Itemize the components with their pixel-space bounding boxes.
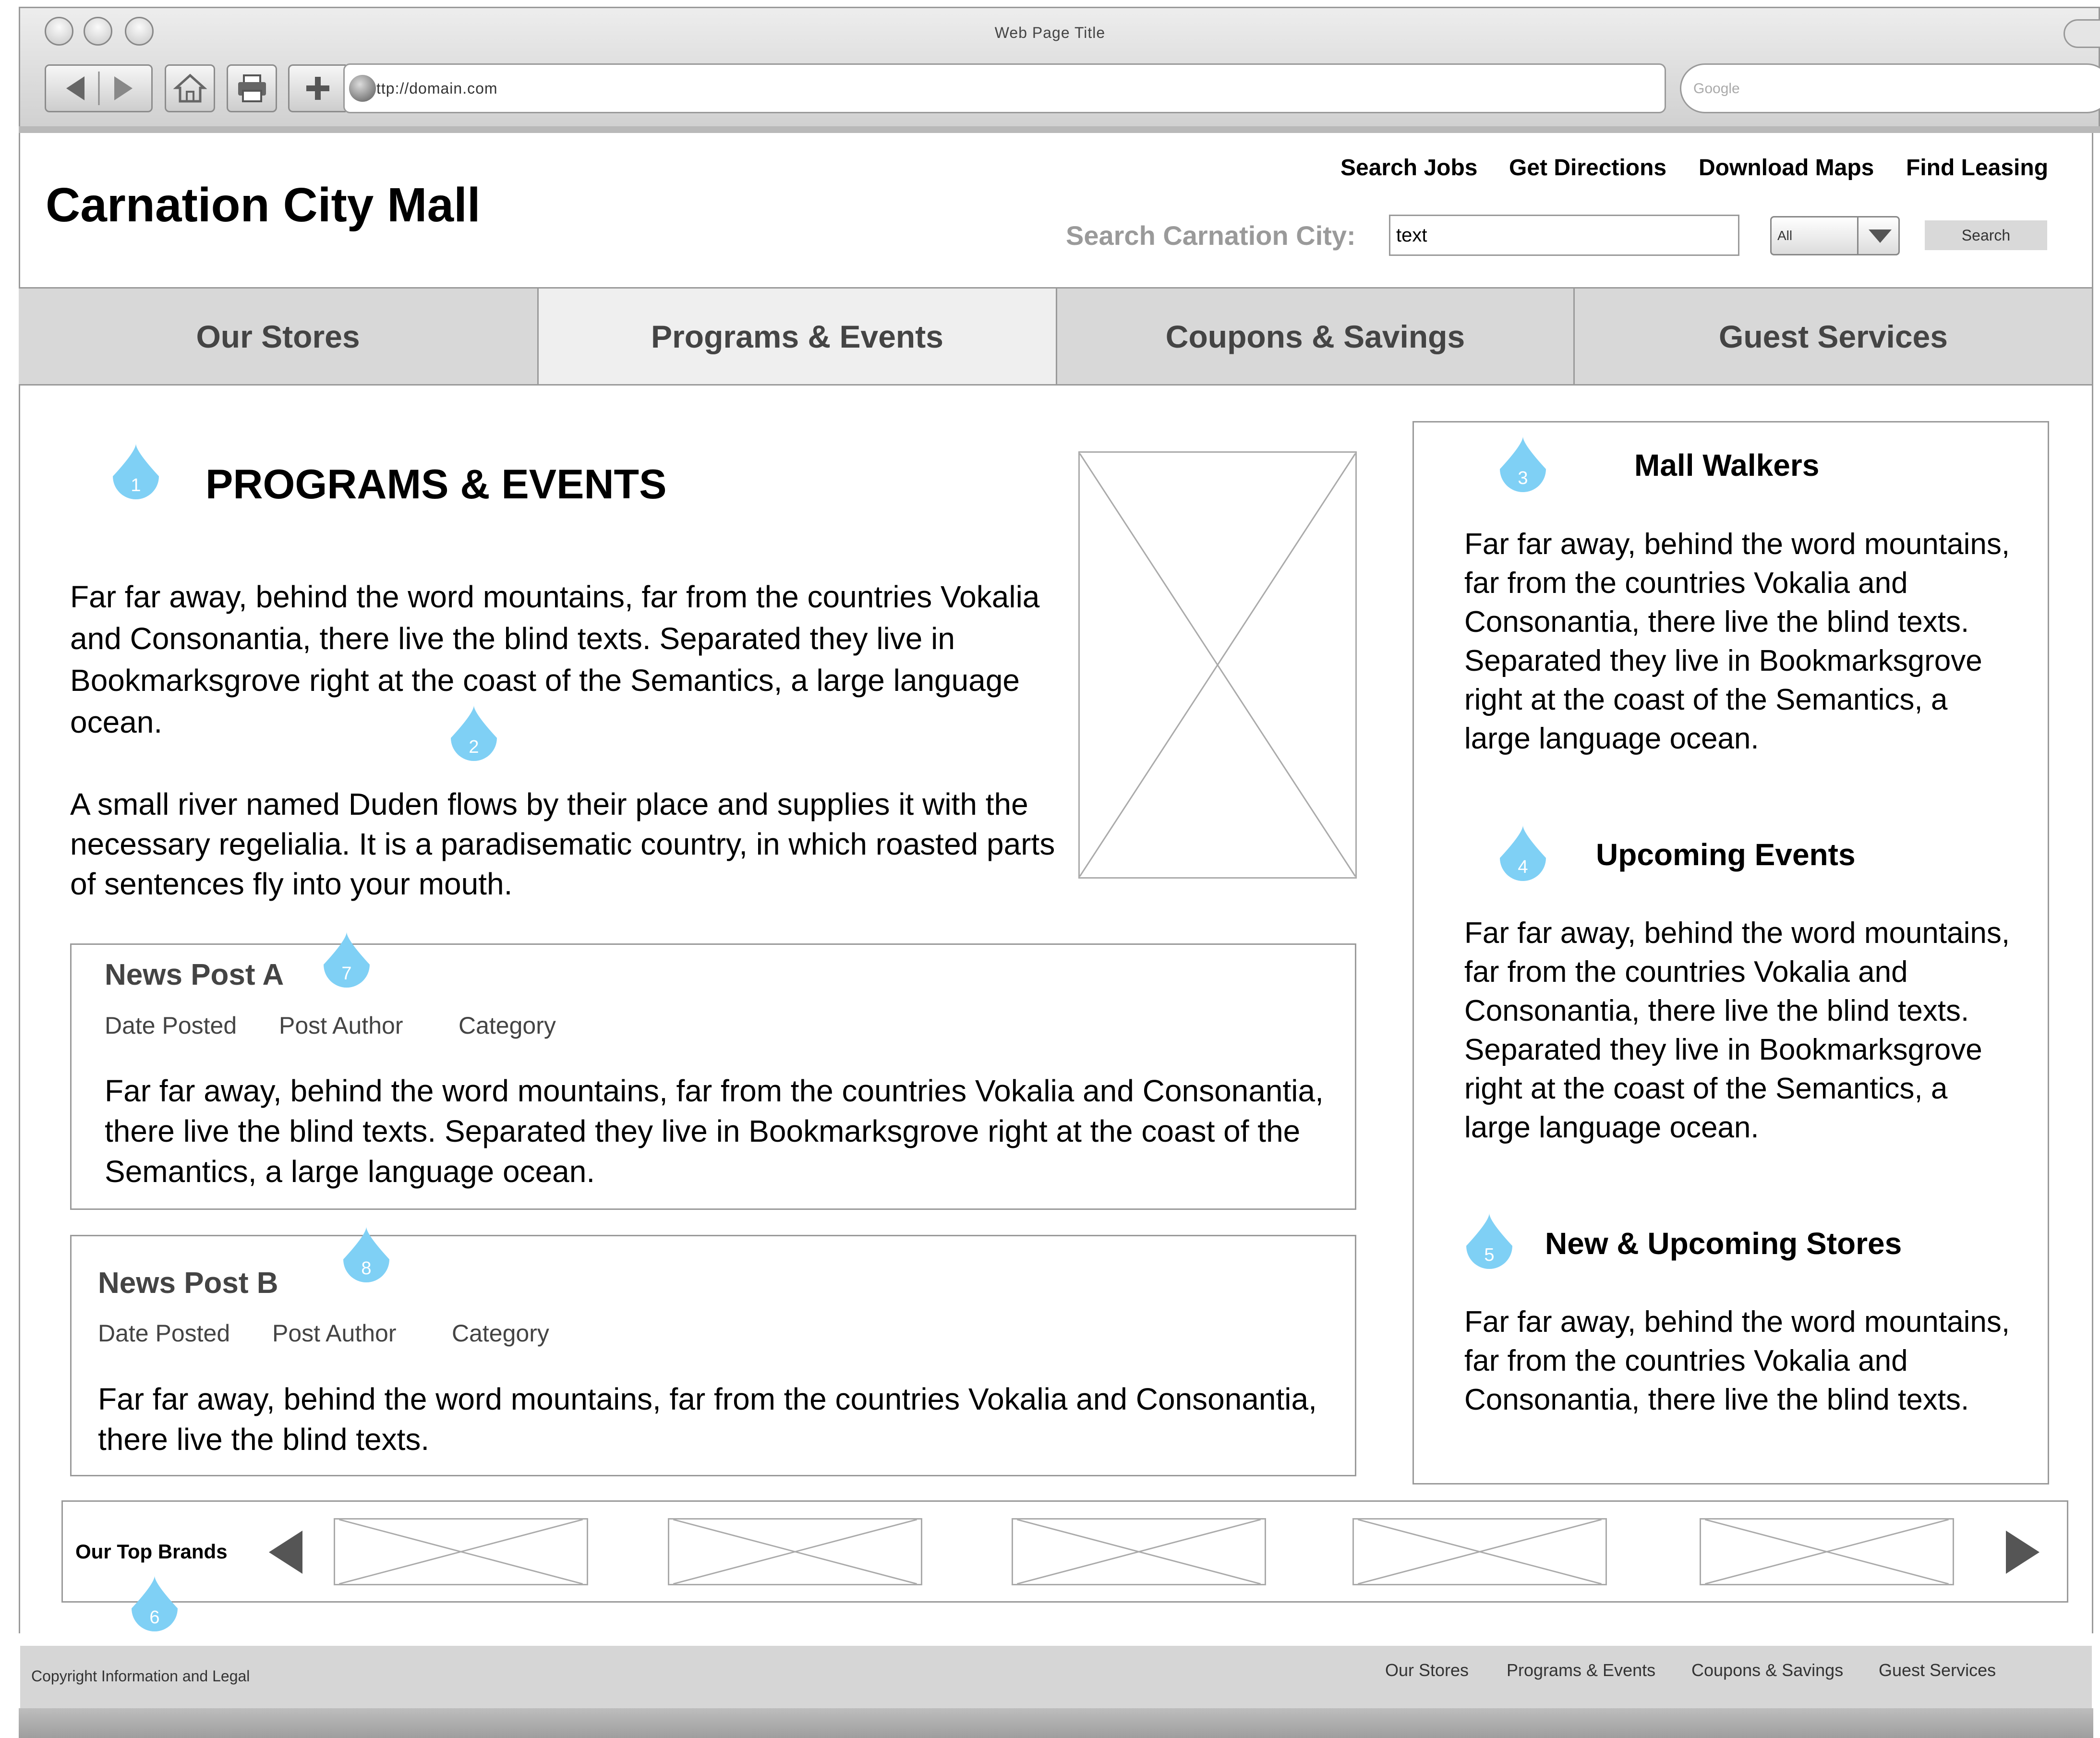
window-title: Web Page Title [994,24,1106,41]
callout-marker: 7 [316,930,377,991]
site-search-label: Search Carnation City: [1066,220,1356,251]
add-bookmark-button[interactable] [288,64,346,112]
footer-copyright[interactable]: Copyright Information and Legal [31,1667,250,1685]
callout-number: 2 [469,737,479,757]
post-date: Date Posted [105,1012,237,1039]
post-category[interactable]: Category [452,1319,549,1347]
callout-marker: 6 [124,1574,185,1635]
callout-number: 7 [341,964,352,984]
brand-logo-placeholder[interactable] [668,1518,922,1585]
post-title[interactable]: News Post A [105,958,284,992]
post-title[interactable]: News Post B [98,1266,278,1300]
toolbar-divider [19,126,2100,133]
site-search-input[interactable] [1389,215,1739,256]
sidebar-text: Far far away, behind the word mountains,… [1464,528,2010,755]
site-title[interactable]: Carnation City Mall [46,178,481,233]
brand-logo-placeholder[interactable] [334,1518,588,1585]
page-heading: PROGRAMS & EVENTS [205,461,667,507]
top-link-download-maps[interactable]: Download Maps [1699,155,1874,181]
back-icon[interactable] [66,76,84,100]
callout-marker: 2 [443,703,505,765]
tab-guest-services[interactable]: Guest Services [1575,287,2093,386]
callout-marker: 3 [1492,434,1554,496]
post-date: Date Posted [98,1320,230,1347]
print-icon [238,74,266,102]
sidebar-title-new-upcoming-stores[interactable]: New & Upcoming Stores [1545,1226,1902,1261]
callout-number: 5 [1484,1245,1495,1265]
callout-number: 4 [1518,857,1528,877]
sidebar-text: Far far away, behind the word mountains,… [1464,917,2010,1144]
callout-number: 3 [1518,468,1528,488]
footer-link-programs-events[interactable]: Programs & Events [1507,1660,1655,1680]
select-divider [1857,217,1859,254]
footer-link-guest-services[interactable]: Guest Services [1879,1660,1996,1680]
tab-coupons-savings[interactable]: Coupons & Savings [1057,287,1575,386]
carousel-prev-icon[interactable] [266,1528,305,1576]
callout-marker: 1 [105,442,167,503]
forward-icon[interactable] [114,76,133,100]
browser-search-placeholder: Google [1693,81,1740,97]
callout-marker: 5 [1459,1211,1520,1273]
post-author[interactable]: Post Author [272,1319,397,1347]
browser-search-field[interactable] [1680,63,2100,113]
callout-number: 1 [131,475,141,495]
globe-icon [349,75,376,102]
sidebar-text: Far far away, behind the word mountains,… [1464,1305,2010,1416]
search-scope-value: All [1777,228,1793,243]
window-bottom-edge [19,1708,2093,1738]
brand-logo-placeholder[interactable] [1352,1518,1607,1585]
chevron-down-icon[interactable] [1867,228,1894,245]
tab-label: Coupons & Savings [1165,318,1465,354]
post-author[interactable]: Post Author [279,1012,403,1039]
brand-logo-placeholder[interactable] [1012,1518,1266,1585]
sidebar-title-upcoming-events[interactable]: Upcoming Events [1596,837,1856,872]
brand-logo-placeholder[interactable] [1700,1518,1954,1585]
callout-number: 8 [361,1258,372,1279]
home-button[interactable] [165,64,215,112]
sidebar-title-mall-walkers[interactable]: Mall Walkers [1634,447,1819,483]
intro-paragraph: A small river named Duden flows by their… [70,787,1055,901]
top-link-find-leasing[interactable]: Find Leasing [1906,155,2048,181]
back-forward-group [45,64,153,112]
tab-label: Guest Services [1719,318,1948,354]
carousel-next-icon[interactable] [2003,1528,2042,1576]
post-body: Far far away, behind the word mountains,… [98,1382,1317,1457]
home-icon [173,73,207,103]
add-icon [306,77,329,100]
footer-link-coupons-savings[interactable]: Coupons & Savings [1691,1660,1843,1680]
print-button[interactable] [227,64,277,112]
intro-paragraph: Far far away, behind the word mountains,… [70,579,1040,739]
image-placeholder [1078,451,1357,879]
top-link-get-directions[interactable]: Get Directions [1509,155,1666,181]
tab-label: Programs & Events [651,318,943,354]
address-bar[interactable] [343,63,1666,113]
tab-label: Our Stores [196,318,360,354]
tab-our-stores[interactable]: Our Stores [19,287,539,386]
post-category[interactable]: Category [459,1012,556,1039]
callout-marker: 8 [336,1225,397,1286]
site-search-button[interactable]: Search [1925,220,2047,250]
brands-label: Our Top Brands [75,1540,228,1563]
footer-link-our-stores[interactable]: Our Stores [1385,1660,1469,1680]
tab-programs-events[interactable]: Programs & Events [539,287,1057,386]
top-link-search-jobs[interactable]: Search Jobs [1340,155,1477,181]
post-body: Far far away, behind the word mountains,… [105,1074,1324,1189]
callout-marker: 4 [1492,823,1554,885]
address-bar-url: ttp://domain.com [376,80,498,97]
back-forward-icons [66,72,133,105]
callout-number: 6 [149,1607,160,1628]
